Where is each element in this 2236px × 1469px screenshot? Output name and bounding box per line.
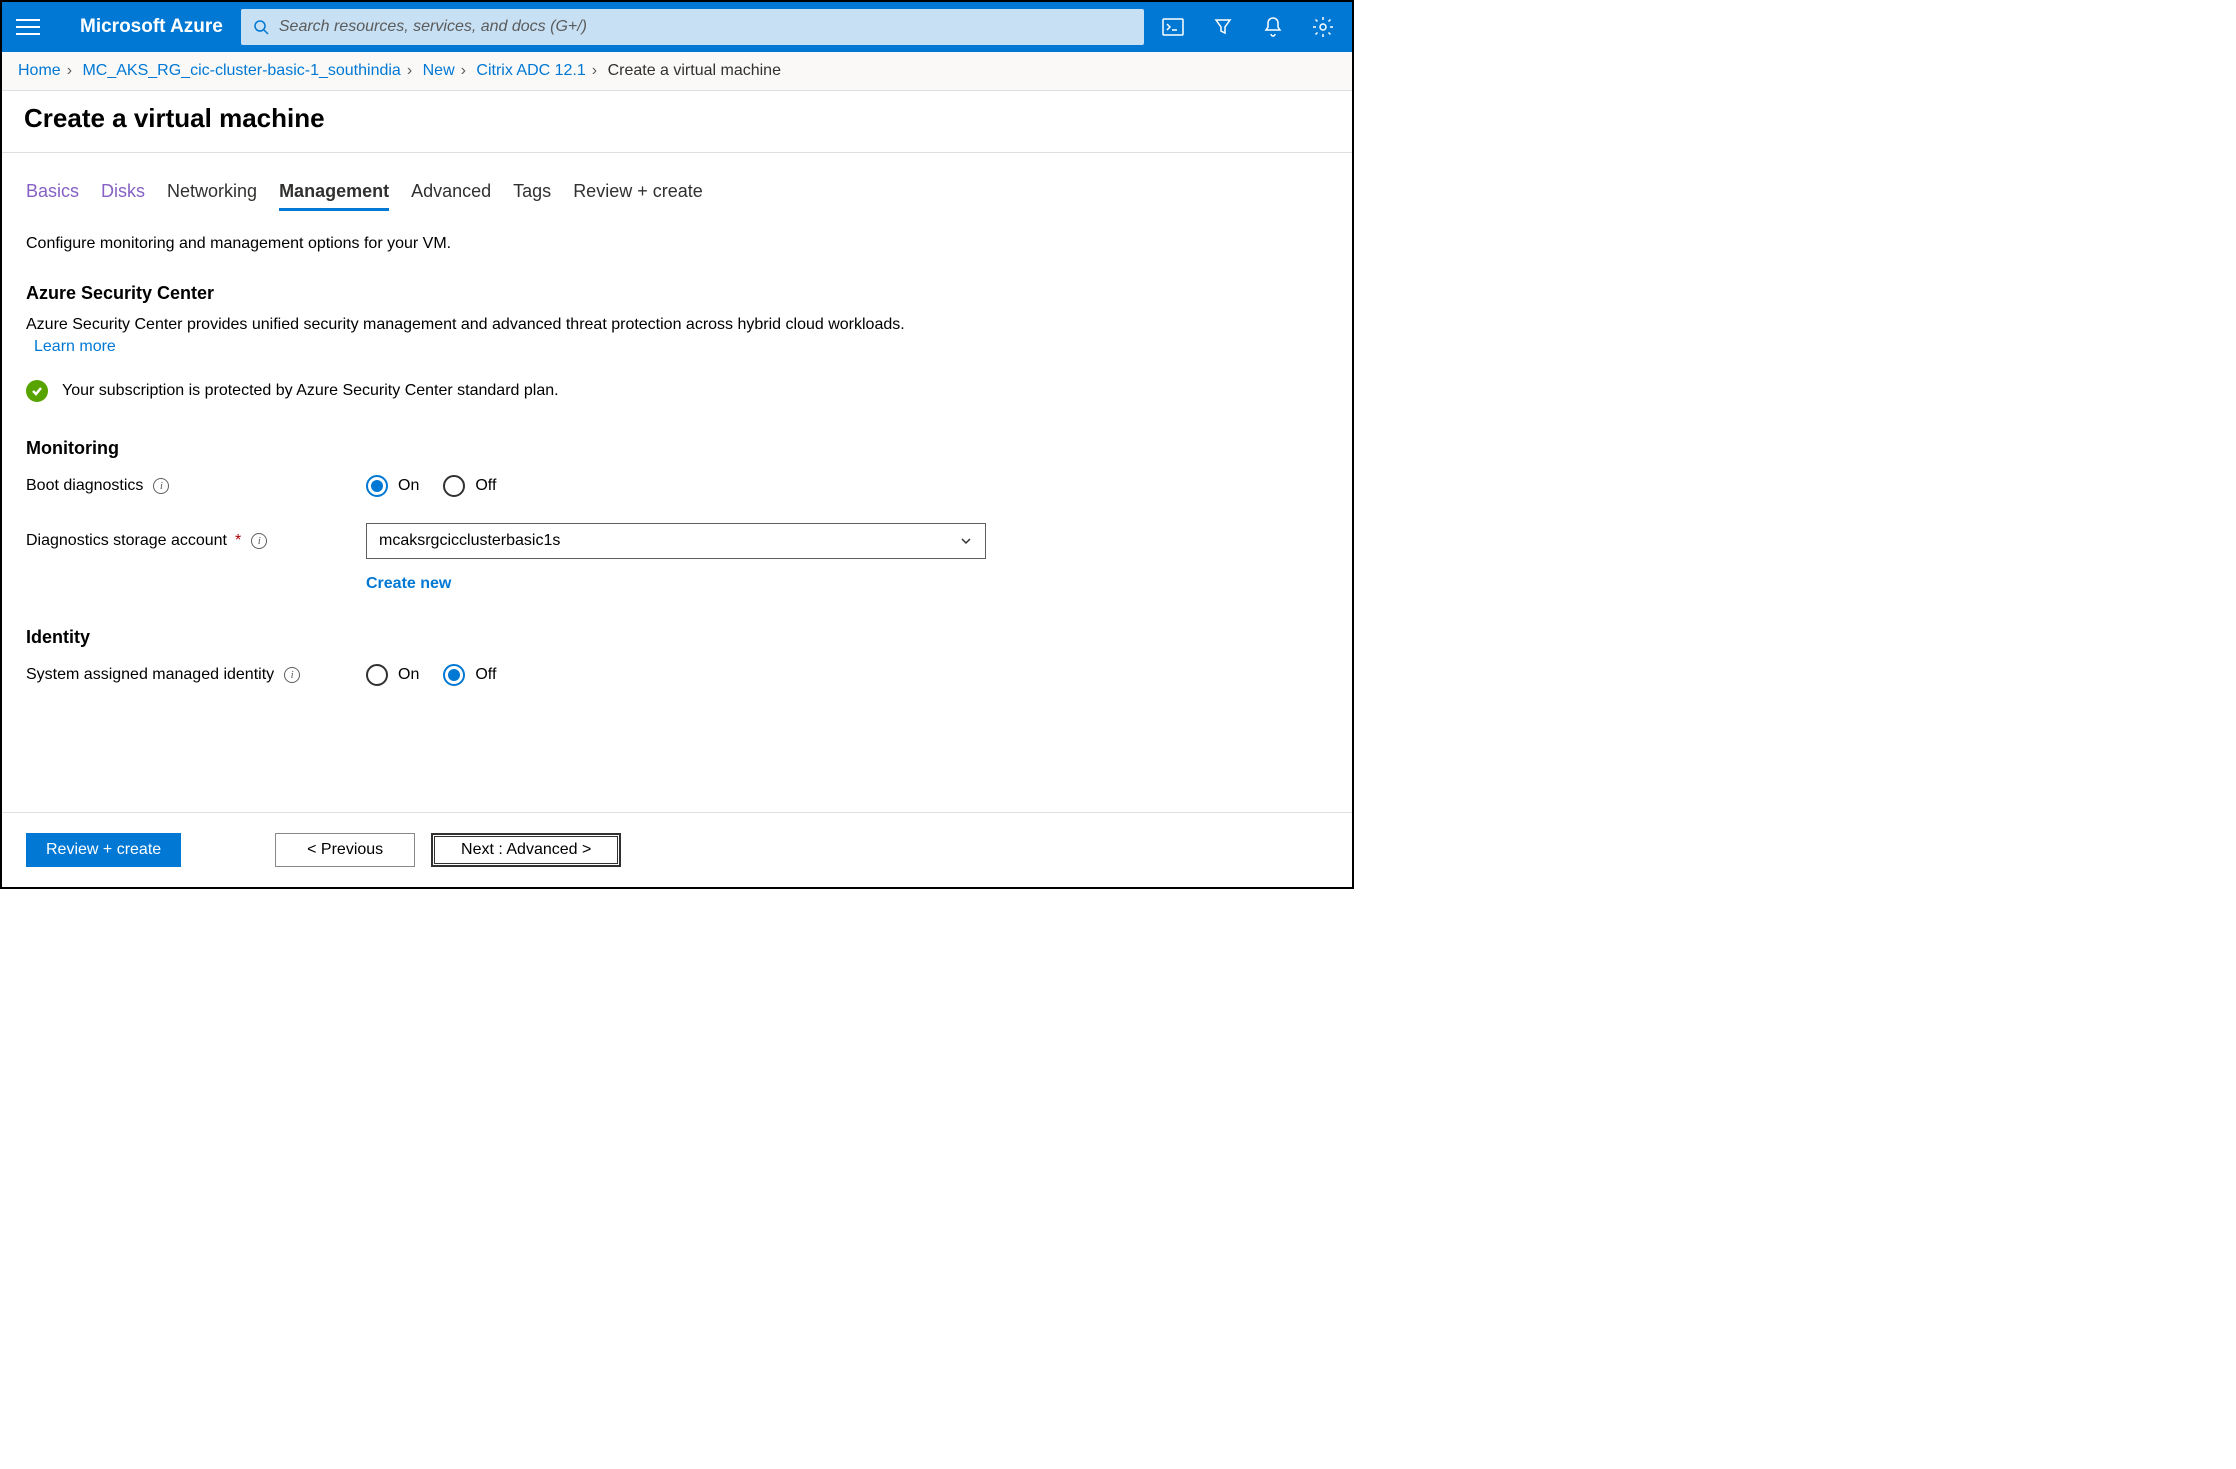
boot-diag-label: Boot diagnostics: [26, 477, 143, 495]
boot-diag-radio-group: On Off: [366, 475, 510, 497]
cloud-shell-icon[interactable]: [1162, 16, 1184, 38]
sami-radio-group: On Off: [366, 664, 510, 686]
storage-account-select[interactable]: mcaksrgcicclusterbasic1s: [366, 523, 986, 559]
crumb-home[interactable]: Home: [18, 62, 61, 79]
sami-label: System assigned managed identity: [26, 666, 274, 684]
boot-diag-on-label: On: [398, 477, 419, 495]
menu-icon[interactable]: [16, 15, 40, 39]
crumb-new[interactable]: New: [423, 62, 455, 79]
filter-icon[interactable]: [1212, 16, 1234, 38]
settings-icon[interactable]: [1312, 16, 1334, 38]
tab-advanced[interactable]: Advanced: [411, 181, 491, 211]
content-area: Basics Disks Networking Management Advan…: [2, 153, 1352, 812]
sami-on-label: On: [398, 666, 419, 684]
check-icon: [26, 380, 48, 402]
storage-account-value: mcaksrgcicclusterbasic1s: [379, 532, 560, 550]
footer: Review + create < Previous Next : Advanc…: [2, 812, 1352, 887]
create-new-link[interactable]: Create new: [366, 575, 1328, 593]
crumb-current: Create a virtual machine: [608, 62, 781, 79]
topbar: Microsoft Azure: [2, 2, 1352, 52]
security-heading: Azure Security Center: [26, 283, 1328, 304]
crumb-rg[interactable]: MC_AKS_RG_cic-cluster-basic-1_southindia: [82, 62, 400, 79]
monitoring-heading: Monitoring: [26, 438, 1328, 459]
storage-label: Diagnostics storage account: [26, 532, 227, 550]
info-icon[interactable]: i: [153, 478, 169, 494]
brand-label: Microsoft Azure: [80, 16, 223, 38]
search-box[interactable]: [241, 9, 1144, 45]
info-icon[interactable]: i: [284, 667, 300, 683]
boot-diag-off-label: Off: [475, 477, 496, 495]
tab-basics[interactable]: Basics: [26, 181, 79, 211]
sami-off-label: Off: [475, 666, 496, 684]
security-text: Azure Security Center provides unified s…: [26, 314, 1328, 336]
identity-heading: Identity: [26, 627, 1328, 648]
boot-diag-on-radio[interactable]: [366, 475, 388, 497]
page-title: Create a virtual machine: [2, 91, 1352, 153]
review-create-button[interactable]: Review + create: [26, 833, 181, 867]
tab-management[interactable]: Management: [279, 181, 389, 211]
notifications-icon[interactable]: [1262, 16, 1284, 38]
tab-tags[interactable]: Tags: [513, 181, 551, 211]
info-icon[interactable]: i: [251, 533, 267, 549]
sami-on-radio[interactable]: [366, 664, 388, 686]
previous-button[interactable]: < Previous: [275, 833, 415, 867]
tab-disks[interactable]: Disks: [101, 181, 145, 211]
tab-review[interactable]: Review + create: [573, 181, 703, 211]
crumb-adc[interactable]: Citrix ADC 12.1: [476, 62, 585, 79]
tab-networking[interactable]: Networking: [167, 181, 257, 211]
sami-off-radio[interactable]: [443, 664, 465, 686]
search-input[interactable]: [269, 18, 1132, 36]
learn-more-link[interactable]: Learn more: [34, 338, 1328, 356]
search-icon: [253, 19, 269, 35]
boot-diag-off-radio[interactable]: [443, 475, 465, 497]
tab-description: Configure monitoring and management opti…: [26, 235, 1328, 253]
next-button[interactable]: Next : Advanced >: [431, 833, 621, 867]
breadcrumb: Home› MC_AKS_RG_cic-cluster-basic-1_sout…: [2, 52, 1352, 91]
chevron-down-icon: [959, 534, 973, 548]
tabs: Basics Disks Networking Management Advan…: [26, 181, 1328, 211]
security-status: Your subscription is protected by Azure …: [62, 382, 559, 400]
